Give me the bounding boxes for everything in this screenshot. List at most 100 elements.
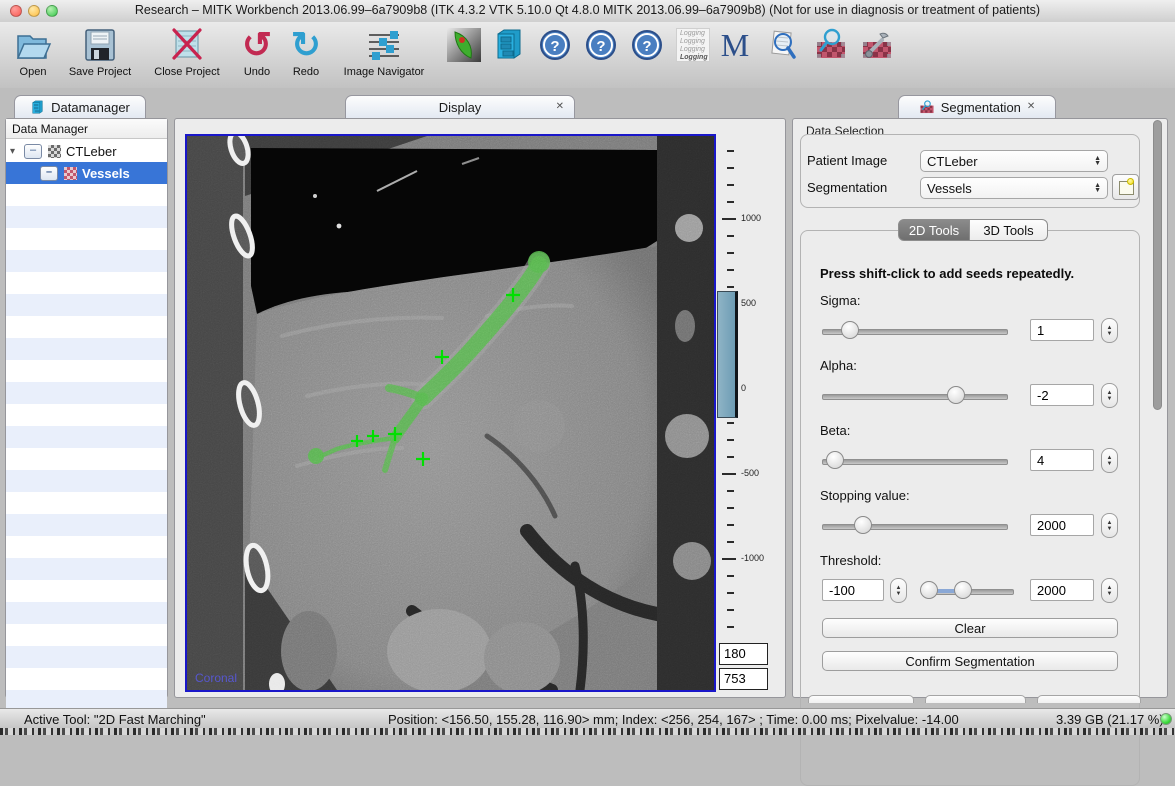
image-navigator-button[interactable]: Image Navigator [336, 25, 432, 85]
visibility-toggle-icon[interactable] [24, 144, 42, 159]
levelwindow-handle[interactable] [717, 291, 738, 418]
threshold-min-stepper[interactable] [890, 578, 907, 603]
threshold-label: Threshold: [820, 553, 881, 568]
close-icon[interactable] [556, 102, 564, 112]
threshold-max-spinbox[interactable] [1030, 579, 1094, 601]
close-project-button[interactable]: Close Project [142, 25, 232, 85]
alpha-spinbox[interactable] [1030, 384, 1094, 406]
help-button-1[interactable]: ? [538, 25, 572, 85]
help-button-2[interactable]: ? [584, 25, 618, 85]
tab-display-label: Display [439, 100, 482, 115]
sigma-slider[interactable] [822, 321, 1008, 339]
logging-button[interactable]: LoggingLogging LoggingLogging [674, 25, 712, 85]
scale-tick [727, 201, 734, 203]
view-navigator-button[interactable] [764, 25, 802, 85]
empty-list-row [6, 272, 167, 294]
scale-tick-label: 500 [741, 298, 756, 308]
title-bar: Research – MITK Workbench 2013.06.99–6a7… [0, 0, 1175, 23]
undo-button[interactable]: ↺ Undo [238, 25, 276, 85]
segmentation-utilities-button[interactable] [858, 25, 896, 85]
redo-button[interactable]: ↻ Redo [284, 25, 328, 85]
help-icon: ? [538, 25, 572, 65]
sigma-spinbox[interactable] [1030, 319, 1094, 341]
sigma-label: Sigma: [820, 293, 860, 308]
svg-text:?: ? [596, 38, 605, 55]
beta-stepper[interactable] [1101, 448, 1118, 473]
slider-handle[interactable] [854, 516, 872, 534]
window-value-box[interactable]: 753 [719, 668, 768, 690]
empty-list-row [6, 668, 167, 690]
datamanager-toolbar-button[interactable] [490, 25, 528, 85]
segmentation-view-button[interactable] [446, 25, 482, 85]
scale-tick [727, 184, 734, 186]
stopping-value-slider[interactable] [822, 516, 1008, 534]
scale-tick [727, 626, 734, 628]
slider-handle[interactable] [826, 451, 844, 469]
tab-display[interactable]: Display [345, 95, 575, 118]
tab-datamanager[interactable]: Datamanager [14, 95, 146, 118]
scale-tick [722, 558, 736, 560]
visibility-toggle-icon[interactable] [40, 166, 58, 181]
segmentation-search-icon [919, 100, 935, 114]
window-title: Research – MITK Workbench 2013.06.99–6a7… [0, 3, 1175, 17]
segmentation-perspective-button[interactable] [812, 25, 850, 85]
tree-node-label: CTLeber [66, 144, 117, 159]
empty-list-row [6, 536, 167, 558]
patient-image-combobox[interactable]: CTLeber [920, 150, 1108, 172]
sigma-stepper[interactable] [1101, 318, 1118, 343]
tree-node-ctleber[interactable]: CTLeber [6, 140, 167, 162]
tree-node-vessels[interactable]: Vessels [6, 162, 167, 184]
confirm-segmentation-button[interactable]: Confirm Segmentation [822, 651, 1118, 671]
beta-slider[interactable] [822, 451, 1008, 469]
stopping-value-stepper[interactable] [1101, 513, 1118, 538]
tab-2d-tools[interactable]: 2D Tools [898, 219, 970, 241]
range-handle-low[interactable] [920, 581, 938, 599]
threshold-min-spinbox[interactable] [822, 579, 884, 601]
threshold-max-stepper[interactable] [1101, 578, 1118, 603]
scale-tick [727, 235, 734, 237]
level-value-box[interactable]: 180 [719, 643, 768, 665]
empty-list-row [6, 382, 167, 404]
alpha-slider[interactable] [822, 386, 1008, 404]
vertical-scrollbar[interactable] [1153, 120, 1162, 410]
threshold-range-slider[interactable] [922, 581, 1014, 599]
scale-tick [727, 490, 734, 492]
help-button-3[interactable]: ? [630, 25, 664, 85]
tab-3d-tools[interactable]: 3D Tools [970, 219, 1048, 241]
mitk-module-button[interactable]: M [718, 25, 752, 85]
slider-handle[interactable] [947, 386, 965, 404]
new-segmentation-button[interactable] [1112, 174, 1139, 200]
alpha-stepper[interactable] [1101, 383, 1118, 408]
clipped-button-1[interactable] [808, 695, 914, 703]
range-handle-high[interactable] [954, 581, 972, 599]
tab-segmentation[interactable]: Segmentation [898, 95, 1056, 118]
beta-spinbox[interactable] [1030, 449, 1094, 471]
new-badge-icon [1127, 178, 1134, 185]
save-project-button[interactable]: Save Project [62, 25, 138, 85]
tab-segmentation-label: Segmentation [941, 100, 1021, 115]
slider-handle[interactable] [841, 321, 859, 339]
open-button[interactable]: Open [8, 25, 58, 85]
image-node-icon [48, 145, 61, 158]
scale-tick [727, 422, 734, 424]
scale-tick [727, 456, 734, 458]
empty-list-row [6, 250, 167, 272]
empty-list-row [6, 360, 167, 382]
scale-tick [727, 609, 734, 611]
empty-list-row [6, 338, 167, 360]
undo-icon: ↺ [238, 25, 276, 65]
expand-arrow-icon[interactable] [10, 146, 24, 157]
scale-tick [727, 269, 734, 271]
segmentation-combobox[interactable]: Vessels [920, 177, 1108, 199]
scale-tick [727, 524, 734, 526]
coronal-render-window[interactable]: Coronal [185, 134, 716, 692]
clear-button[interactable]: Clear [822, 618, 1118, 638]
close-icon[interactable] [1027, 102, 1035, 112]
stopping-value-spinbox[interactable] [1030, 514, 1094, 536]
help-icon: ? [630, 25, 664, 65]
svg-text:?: ? [642, 38, 651, 55]
clipped-button-3[interactable] [1037, 695, 1141, 703]
empty-list-row [6, 492, 167, 514]
clipped-button-2[interactable] [925, 695, 1026, 703]
patient-image-label: Patient Image [807, 153, 887, 168]
